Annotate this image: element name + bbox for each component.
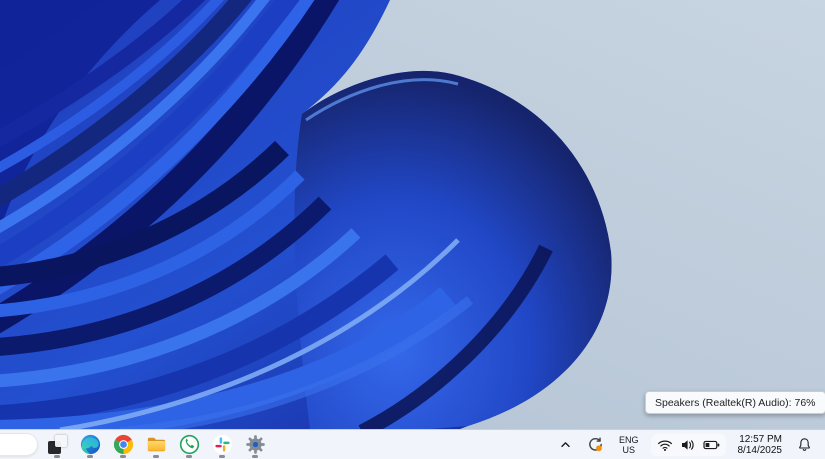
wallpaper-bloom-image <box>0 0 825 429</box>
language-switcher[interactable]: ENG US <box>616 433 642 457</box>
running-indicator <box>54 455 60 458</box>
taskbar-app-edge[interactable] <box>76 430 104 459</box>
volume-tooltip: Speakers (Realtek(R) Audio): 76% <box>645 391 825 414</box>
tray-sync-button[interactable] <box>584 434 607 455</box>
chrome-icon <box>112 433 135 456</box>
clock-time: 12:57 PM <box>739 434 782 445</box>
running-indicator <box>120 455 126 458</box>
settings-gear-icon <box>244 433 267 456</box>
wifi-icon <box>657 438 673 452</box>
taskbar-app-chrome[interactable] <box>109 430 137 459</box>
file-explorer-icon <box>145 433 168 456</box>
running-indicator <box>87 455 93 458</box>
notification-bell-icon <box>797 437 812 452</box>
battery-icon <box>703 438 720 452</box>
system-tray: ENG US <box>556 430 825 459</box>
tray-hidden-icons-button[interactable] <box>556 436 575 453</box>
search-box[interactable] <box>0 433 38 456</box>
taskbar-app-slack[interactable] <box>208 430 236 459</box>
task-view-icon <box>48 435 67 454</box>
running-indicator <box>219 455 225 458</box>
whatsapp-icon <box>178 433 201 456</box>
quick-settings-button[interactable] <box>651 434 726 456</box>
language-line1: ENG <box>619 435 639 445</box>
taskbar-app-whatsapp[interactable] <box>175 430 203 459</box>
notification-center-button[interactable] <box>794 435 815 454</box>
volume-icon <box>680 438 696 452</box>
desktop[interactable]: Speakers (Realtek(R) Audio): 76% <box>0 0 825 459</box>
taskbar-app-file-explorer[interactable] <box>142 430 170 459</box>
running-indicator <box>186 455 192 458</box>
taskbar-app-task-view[interactable] <box>43 430 71 459</box>
chevron-up-icon <box>559 438 572 451</box>
taskbar-app-area <box>0 430 269 459</box>
sync-status-icon <box>587 436 604 453</box>
clock-button[interactable]: 12:57 PM 8/14/2025 <box>735 432 786 458</box>
edge-icon <box>79 433 102 456</box>
running-indicator <box>252 455 258 458</box>
taskbar: ENG US <box>0 429 825 459</box>
running-indicator <box>153 455 159 458</box>
language-line2: US <box>622 445 635 455</box>
taskbar-app-settings[interactable] <box>241 430 269 459</box>
slack-icon <box>211 433 234 456</box>
clock-date: 8/14/2025 <box>738 445 783 456</box>
